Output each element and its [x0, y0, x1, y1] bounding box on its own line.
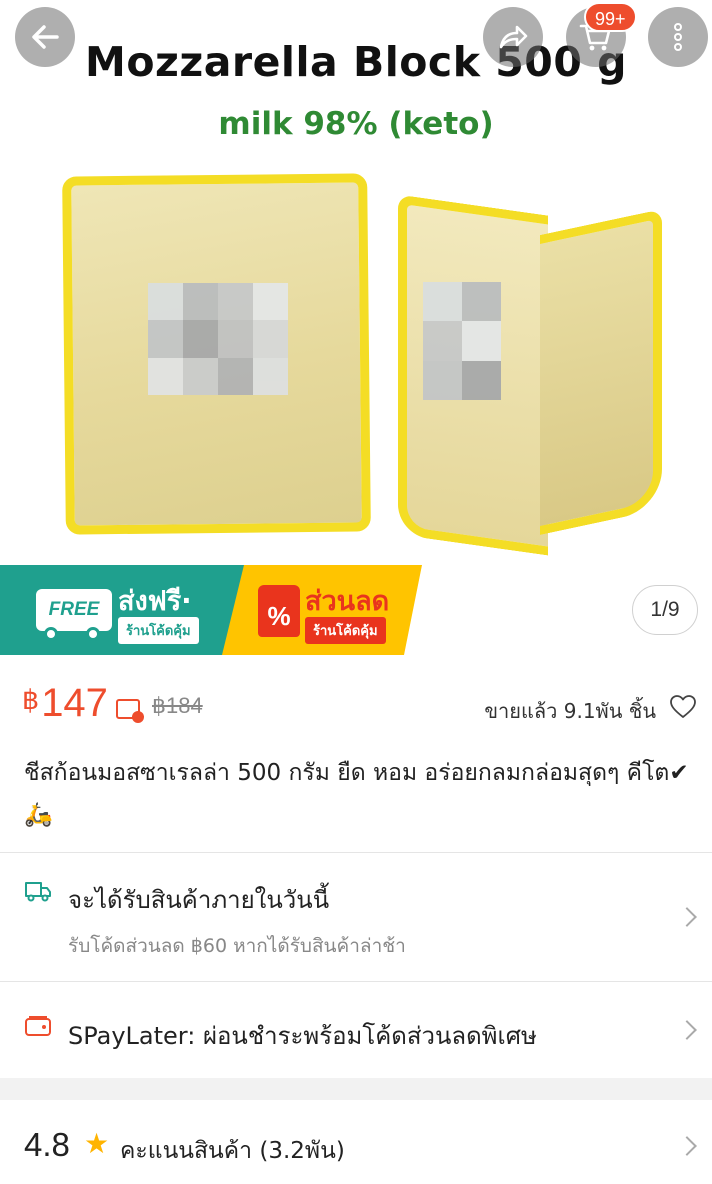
star-icon: ★	[84, 1127, 110, 1160]
sold-count: ขายแล้ว 9.1พัน ชิ้น	[484, 699, 656, 723]
more-vertical-icon	[674, 23, 682, 51]
shipping-subtitle: รับโค้ดส่วนลด ฿60 หากได้รับสินค้าล่าช้า	[68, 935, 406, 957]
blur-pixel	[253, 357, 288, 395]
free-shipping-subtitle: ร้านโค้ดคุ้ม	[118, 617, 199, 644]
coin-discount-icon	[116, 699, 144, 723]
cheese-wedge-side-image	[540, 209, 662, 535]
heart-icon[interactable]	[669, 693, 697, 721]
spaylater-title: SPayLater: ผ่อนชำระพร้อมโค้ดส่วนลดพิเศษ	[68, 1022, 537, 1050]
wallet-icon	[25, 1016, 51, 1036]
truck-wheel-icon	[86, 627, 100, 641]
blurred-label	[148, 283, 288, 395]
original-price: ฿184	[152, 693, 203, 718]
product-image-gallery[interactable]: Mozzarella Block 500 g milk 98% (keto)	[0, 0, 712, 565]
truck-icon	[25, 882, 51, 902]
chevron-right-icon	[677, 907, 697, 927]
blur-pixel	[183, 357, 218, 395]
current-price: ฿147	[22, 681, 108, 725]
blur-pixel	[148, 357, 183, 395]
discount-percent-icon: %	[258, 585, 300, 637]
price-row: ฿147 ฿184 ขายแล้ว 9.1พัน ชิ้น	[0, 655, 712, 750]
image-subtitle: milk 98% (keto)	[218, 106, 494, 142]
blur-pixel	[462, 360, 501, 400]
share-button[interactable]	[483, 7, 543, 67]
product-name: ชีสก้อนมอสซาเรลล่า 500 กรัม ยืด หอม อร่อ…	[24, 760, 689, 828]
blur-pixel	[183, 320, 218, 358]
free-truck-icon: FREE	[36, 589, 112, 631]
back-button[interactable]	[15, 7, 75, 67]
shipping-title: จะได้รับสินค้าภายในวันนี้	[68, 886, 330, 914]
blur-pixel	[183, 283, 218, 321]
blur-pixel	[148, 283, 183, 321]
more-options-button[interactable]	[648, 7, 708, 67]
blur-pixel	[423, 321, 462, 361]
blur-pixel	[253, 320, 288, 358]
blur-pixel	[462, 282, 501, 322]
truck-wheel-icon	[44, 627, 58, 641]
shipping-row[interactable]: จะได้รับสินค้าภายในวันนี้ รับโค้ดส่วนลด …	[0, 853, 712, 980]
blur-pixel	[423, 360, 462, 400]
rating-label: คะแนนสินค้า (3.2พัน)	[120, 1138, 345, 1164]
cart-count-badge: 99+	[584, 2, 637, 32]
promo-banner[interactable]: FREE ส่งฟรี· ร้านโค้ดคุ้ม % ส่วนลด ร้านโ…	[0, 565, 712, 655]
share-icon	[499, 25, 528, 49]
blur-pixel	[218, 357, 253, 395]
section-gap	[0, 1078, 712, 1100]
blur-pixel	[218, 283, 253, 321]
free-shipping-title: ส่งฟรี·	[118, 586, 192, 617]
blur-pixel	[218, 320, 253, 358]
discount-subtitle: ร้านโค้ดคุ้ม	[305, 617, 386, 644]
discount-title: ส่วนลด	[305, 586, 390, 617]
blurred-label	[423, 282, 501, 400]
blur-pixel	[148, 320, 183, 358]
blur-pixel	[423, 282, 462, 322]
chevron-right-icon	[677, 1020, 697, 1040]
blur-pixel	[253, 283, 288, 321]
rating-score: 4.8	[24, 1126, 70, 1163]
image-counter: 1/9	[632, 585, 698, 635]
blur-pixel	[462, 321, 501, 361]
back-arrow-icon	[32, 25, 59, 49]
spaylater-row[interactable]: SPayLater: ผ่อนชำระพร้อมโค้ดส่วนลดพิเศษ	[0, 982, 712, 1078]
